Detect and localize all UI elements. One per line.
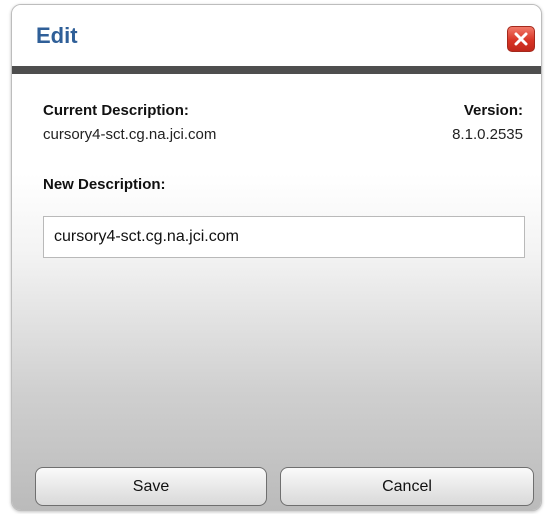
dialog-titlebar: Edit xyxy=(12,5,541,65)
new-description-input[interactable] xyxy=(43,216,525,258)
version-label: Version: xyxy=(463,102,523,119)
version-value: 8.1.0.2535 xyxy=(452,126,523,143)
dialog-body: Current Description: cursory4-sct.cg.na.… xyxy=(12,66,541,510)
cancel-button[interactable]: Cancel xyxy=(280,467,534,506)
dialog-title: Edit xyxy=(36,23,78,48)
close-icon xyxy=(514,32,528,46)
current-description-value: cursory4-sct.cg.na.jci.com xyxy=(43,126,217,143)
save-button[interactable]: Save xyxy=(35,467,267,506)
new-description-label: New Description: xyxy=(43,176,166,193)
edit-dialog: Edit Current Description: cursory4-sct.c… xyxy=(11,4,542,511)
current-description-label: Current Description: xyxy=(43,102,189,119)
close-button[interactable] xyxy=(507,26,535,52)
